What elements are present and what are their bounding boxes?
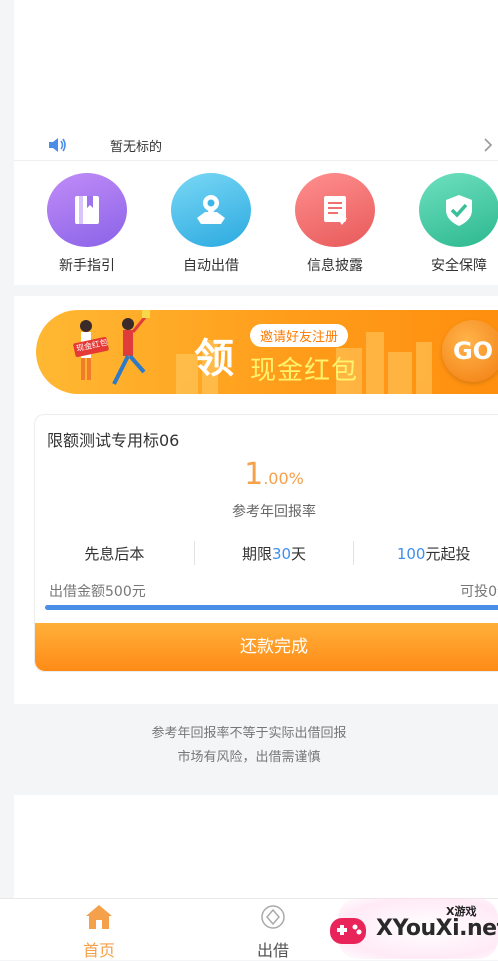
go-button[interactable]: GO xyxy=(442,320,498,382)
progress-fill xyxy=(45,605,498,610)
loan-terms: 先息后本 期限30天 100元起投 xyxy=(35,541,498,567)
min-suffix: 元起投 xyxy=(425,545,471,563)
lend-amount: 出借金额500元 xyxy=(49,584,146,600)
disclaimer-line: 市场有风险，出借需谨慎 xyxy=(177,750,321,765)
book-icon xyxy=(47,173,127,247)
term-value: 30 xyxy=(271,545,292,563)
invite-pill: 邀请好友注册 xyxy=(250,324,349,347)
watermark-brand: X游戏 xyxy=(446,905,477,918)
rate-value: 1.00% xyxy=(35,457,498,492)
rate-decimal: .00% xyxy=(263,469,304,488)
invite-banner[interactable]: 现金红包 领 邀请好友注册 现金红包 GO xyxy=(36,310,498,394)
promo-section: 现金红包 领 邀请好友注册 现金红包 GO 限额测试专用标06 1.00% 参考… xyxy=(14,296,498,704)
document-icon xyxy=(295,173,375,247)
progress-bar xyxy=(45,605,498,610)
site-watermark: XYouXi.net X游戏 xyxy=(328,898,498,959)
loan-name: 限额测试专用标06 xyxy=(47,431,180,450)
tab-label: 首页 xyxy=(82,941,115,960)
rate-integer: 1 xyxy=(244,457,264,492)
home-icon xyxy=(86,905,112,929)
banner-big-char: 领 xyxy=(194,336,234,382)
quick-entry-label: 自动出借 xyxy=(183,258,239,274)
disclaimer-line: 参考年回报率不等于实际出借回报 xyxy=(151,726,347,741)
min-investment: 100元起投 xyxy=(354,541,498,567)
notice-text: 暂无标的 xyxy=(110,140,163,155)
quick-entry-label: 安全保障 xyxy=(431,258,487,274)
speaker-icon xyxy=(49,138,66,152)
risk-disclaimer: 参考年回报率不等于实际出借回报 市场有风险，出借需谨慎 xyxy=(0,722,498,770)
repay-method: 先息后本 xyxy=(84,545,145,563)
repay-complete-button[interactable]: 还款完成 xyxy=(35,623,498,671)
watermark-site: XYouXi.net xyxy=(376,916,498,941)
quick-entry-auto-lend[interactable]: 自动出借 xyxy=(166,173,256,275)
bottom-blank-area xyxy=(14,795,498,899)
min-amount: 100 xyxy=(396,545,426,563)
tab-home[interactable]: 首页 xyxy=(54,903,144,961)
term-prefix: 期限 xyxy=(241,545,272,563)
quick-entry-security[interactable]: 安全保障 xyxy=(414,173,498,275)
quick-entry-grid: 新手指引 自动出借 信息披露 安全保障 xyxy=(14,161,498,285)
chevron-right-icon[interactable] xyxy=(482,134,494,156)
tab-lend[interactable]: 出借 xyxy=(228,903,318,961)
diamond-icon xyxy=(261,905,285,929)
top-banner-area xyxy=(14,0,498,130)
amount-row: 出借金额500元 可投0元 xyxy=(49,581,498,601)
available-amount: 可投0元 xyxy=(460,584,498,600)
loan-card[interactable]: 限额测试专用标06 1.00% 参考年回报率 先息后本 期限30天 100元起投… xyxy=(34,414,498,672)
map-pin-icon xyxy=(171,173,251,247)
cash-bonus-text: 现金红包 xyxy=(250,356,359,386)
term-unit: 天 xyxy=(291,545,307,563)
quick-entry-label: 新手指引 xyxy=(59,258,115,274)
quick-entry-label: 信息披露 xyxy=(307,258,363,274)
loan-term: 期限30天 xyxy=(195,541,354,567)
quick-entry-guide[interactable]: 新手指引 xyxy=(42,173,132,275)
rate-caption: 参考年回报率 xyxy=(232,504,316,520)
tab-label: 出借 xyxy=(256,941,289,960)
notice-bar[interactable]: 暂无标的 xyxy=(14,130,498,161)
quick-entry-disclosure[interactable]: 信息披露 xyxy=(290,173,380,275)
gamepad-logo-icon xyxy=(330,918,366,944)
shield-check-icon xyxy=(419,173,498,247)
